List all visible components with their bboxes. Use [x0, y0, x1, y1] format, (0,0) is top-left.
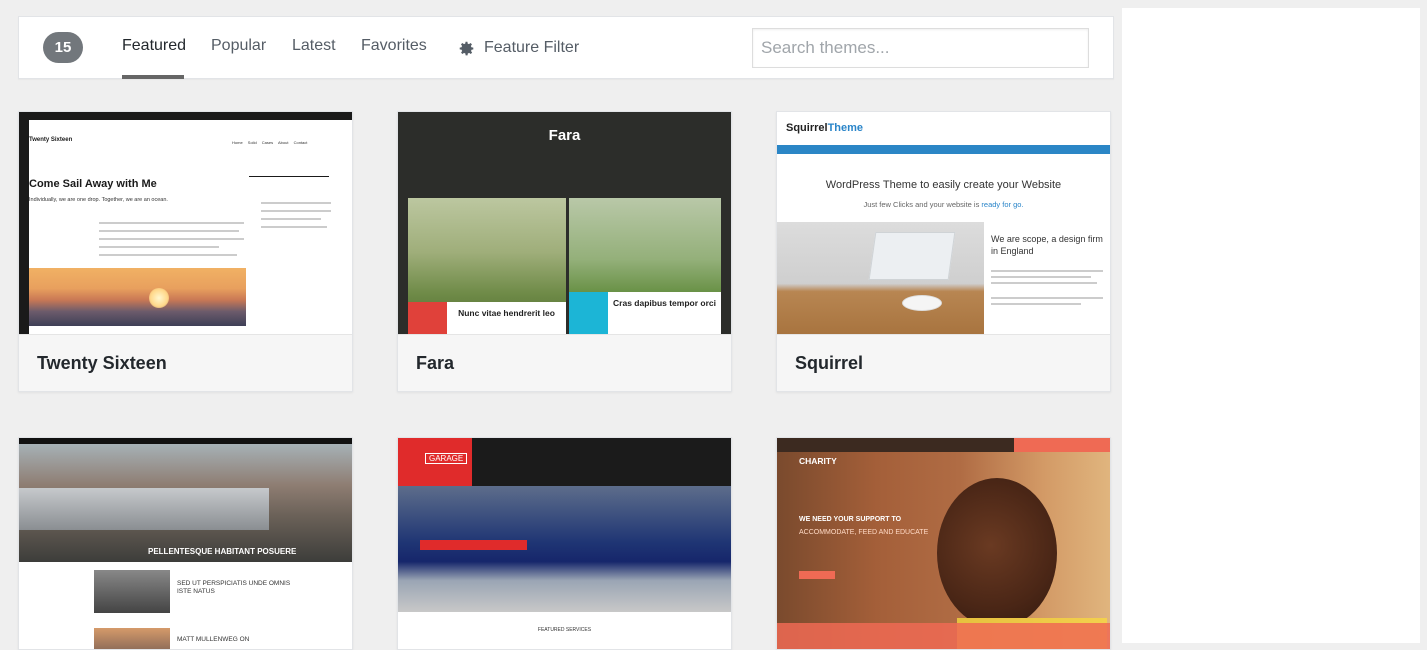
theme-card-4[interactable]: PELLENTESQUE HABITANT POSUERE SED UT PER… — [18, 437, 353, 650]
preview-headline: WordPress Theme to easily create your We… — [825, 179, 1062, 191]
preview-post-title: MATT MULLENWEG ON — [177, 636, 250, 643]
search-themes-input[interactable] — [752, 28, 1089, 68]
preview-subtitle: ACCOMMODATE, FEED AND EDUCATE — [799, 529, 929, 536]
theme-filter-bar: 15 Featured Popular Latest Favorites Fea… — [18, 16, 1114, 79]
tab-featured[interactable]: Featured — [122, 17, 186, 79]
preview-subtitle: Just few Clicks and your website is read… — [863, 200, 1024, 209]
theme-count-badge: 15 — [43, 32, 83, 63]
preview-image — [937, 478, 1057, 628]
feature-filter-button[interactable]: Feature Filter — [458, 17, 579, 79]
preview-headline: WE NEED YOUR SUPPORT TO — [799, 516, 902, 523]
theme-screenshot: Twenty Sixteen Home Solid Cases About Co… — [19, 112, 352, 334]
theme-screenshot: PELLENTESQUE HABITANT POSUERE SED UT PER… — [19, 438, 352, 649]
theme-screenshot: CHARITY WE NEED YOUR SUPPORT TO ACCOMMOD… — [777, 438, 1110, 649]
theme-name: Squirrel — [795, 353, 864, 373]
theme-card-squirrel[interactable]: SquirrelTheme WordPress Theme to easily … — [776, 111, 1111, 392]
preview-subtitle: Individually, we are one drop. Together,… — [29, 197, 168, 203]
preview-site-title: Twenty Sixteen — [29, 137, 73, 143]
preview-post-title: SED UT PERSPICIATIS UNDE OMNIS ISTE NATU… — [177, 580, 291, 595]
preview-caption: Cras dapibus tempor orci — [613, 298, 716, 308]
preview-caption: Nunc vitae hendrerit leo — [458, 308, 555, 318]
preview-banner: PELLENTESQUE HABITANT POSUERE — [148, 547, 297, 556]
preview-title: Fara — [548, 127, 581, 144]
tab-popular[interactable]: Popular — [211, 17, 266, 79]
preview-logo: SquirrelTheme — [786, 122, 864, 134]
theme-card-5[interactable]: GARAGE FEATURED SERVICES — [397, 437, 732, 650]
preview-headline: Come Sail Away with Me — [29, 178, 157, 190]
gear-icon — [459, 41, 474, 55]
preview-footer: FEATURED SERVICES — [537, 627, 592, 633]
tab-favorites[interactable]: Favorites — [361, 17, 427, 79]
theme-name: Twenty Sixteen — [37, 353, 167, 373]
preview-logo: CHARITY — [799, 456, 837, 466]
theme-card-6[interactable]: CHARITY WE NEED YOUR SUPPORT TO ACCOMMOD… — [776, 437, 1111, 650]
right-panel — [1122, 8, 1420, 643]
tab-latest[interactable]: Latest — [292, 17, 336, 79]
theme-screenshot: SquirrelTheme WordPress Theme to easily … — [777, 112, 1110, 334]
theme-card-fara[interactable]: Fara Nunc vitae hendrerit leo Cras dapib… — [397, 111, 732, 392]
theme-screenshot: Fara Nunc vitae hendrerit leo Cras dapib… — [398, 112, 731, 334]
preview-side-heading: We are scope, a design firm in England — [991, 234, 1103, 256]
preview-nav: Home Solid Cases About Contact — [232, 140, 308, 145]
theme-name: Fara — [416, 353, 455, 373]
theme-screenshot: GARAGE FEATURED SERVICES — [398, 438, 731, 649]
theme-card-twenty-sixteen[interactable]: Twenty Sixteen Home Solid Cases About Co… — [18, 111, 353, 392]
feature-filter-label: Feature Filter — [484, 39, 580, 56]
preview-logo: GARAGE — [425, 453, 468, 464]
preview-sunset-image — [29, 268, 246, 326]
